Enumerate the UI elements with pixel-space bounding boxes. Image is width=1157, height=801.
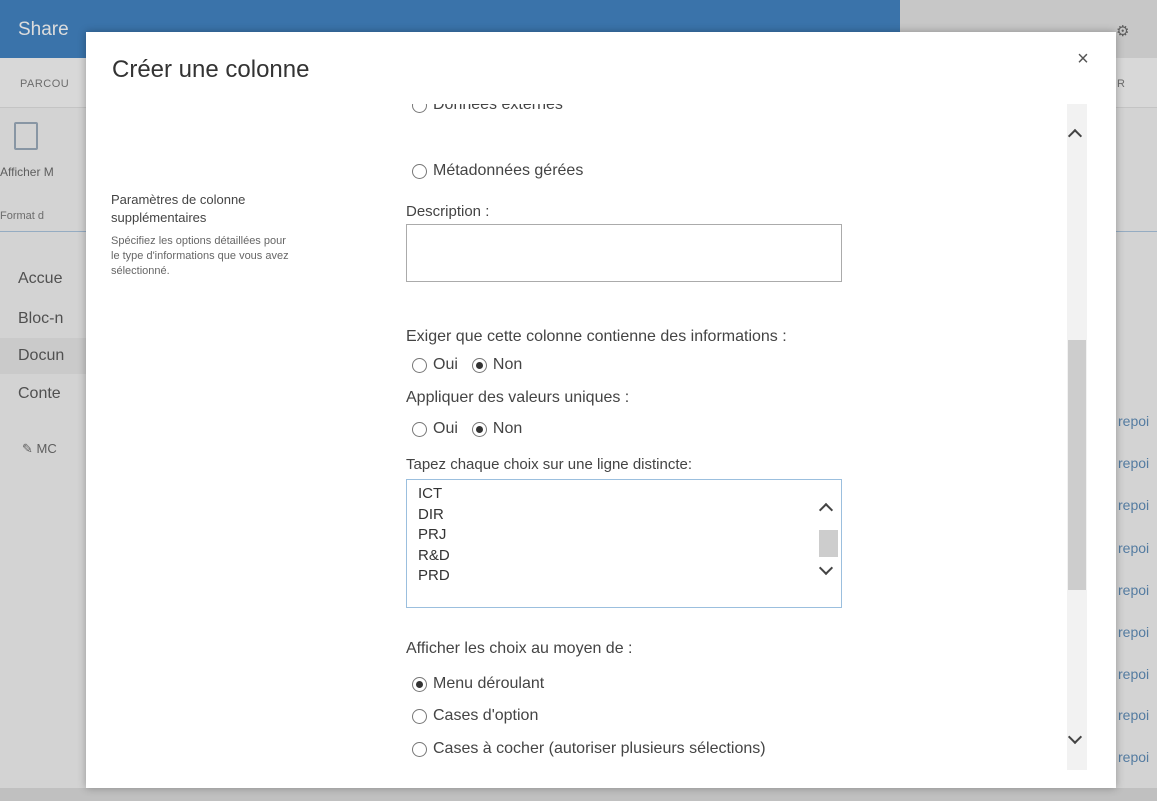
unique-label: Appliquer des valeurs uniques : xyxy=(406,389,630,406)
choice-item: ICT xyxy=(418,485,443,502)
radio-button[interactable] xyxy=(412,357,427,373)
dialog-content: Données externes Métadonnées gérées Para… xyxy=(86,104,1086,788)
choice-item: R&D xyxy=(418,546,450,564)
choices-textarea[interactable]: ICT DIR PRJ R&D PRD xyxy=(406,479,842,608)
radio-button[interactable] xyxy=(412,421,427,437)
choices-label: Tapez chaque choix sur une ligne distinc… xyxy=(406,456,693,473)
required-option-yes[interactable]: Oui xyxy=(412,356,458,374)
required-option-no[interactable]: Non xyxy=(471,356,523,374)
choice-item: PRD xyxy=(418,567,450,584)
choices-scrollbar[interactable] xyxy=(815,480,841,607)
radio-button-selected[interactable] xyxy=(412,676,427,692)
display-label: Afficher les choix au moyen de : xyxy=(406,640,633,657)
chevron-down-icon[interactable] xyxy=(818,560,834,576)
option-label: Métadonnées gérées xyxy=(433,162,584,179)
create-column-dialog: Créer une colonne × Données externes Mét… xyxy=(86,32,1116,788)
option-label: Non xyxy=(492,420,523,437)
choice-item: DIR xyxy=(418,505,444,523)
dialog-title: Créer une colonne xyxy=(112,56,310,83)
choices-list: ICT DIR PRJ R&D PRD xyxy=(418,484,450,587)
radio-button-selected[interactable] xyxy=(471,357,487,373)
required-options: Oui Non xyxy=(412,356,536,374)
section-description: Spécifiez les options détaillées pour le… xyxy=(111,235,289,277)
radio-button[interactable] xyxy=(412,741,427,757)
type-option-managed-metadata[interactable]: Métadonnées gérées xyxy=(412,162,583,180)
section-title: Paramètres de colonne supplémentaires xyxy=(111,192,246,225)
option-label: Oui xyxy=(433,356,458,373)
option-label: Cases à cocher (autoriser plusieurs séle… xyxy=(433,740,766,757)
description-label: Description : xyxy=(406,203,490,220)
dialog-scrollbar[interactable] xyxy=(1067,104,1087,770)
unique-option-no[interactable]: Non xyxy=(471,420,523,438)
radio-button[interactable] xyxy=(412,163,427,179)
chevron-down-icon[interactable] xyxy=(1067,729,1083,747)
option-label: Non xyxy=(492,356,523,373)
description-input[interactable] xyxy=(406,224,842,282)
chevron-up-icon[interactable] xyxy=(818,502,834,518)
type-option-external-data[interactable]: Données externes xyxy=(412,104,563,114)
option-label: Menu déroulant xyxy=(433,675,545,692)
radio-button[interactable] xyxy=(412,708,427,724)
display-option-dropdown[interactable]: Menu déroulant xyxy=(412,675,544,693)
unique-options: Oui Non xyxy=(412,420,536,438)
option-label: Oui xyxy=(433,420,458,437)
scrollbar-thumb[interactable] xyxy=(1068,340,1086,590)
radio-button-selected[interactable] xyxy=(471,421,487,437)
display-option-radio-buttons[interactable]: Cases d'option xyxy=(412,707,538,725)
unique-option-yes[interactable]: Oui xyxy=(412,420,458,438)
required-label: Exiger que cette colonne contienne des i… xyxy=(406,328,787,345)
choice-item: PRJ xyxy=(418,526,447,543)
option-label: Cases d'option xyxy=(433,707,539,724)
close-icon[interactable]: × xyxy=(1071,47,1095,71)
option-label: Données externes xyxy=(433,104,563,113)
scrollbar-thumb[interactable] xyxy=(819,530,838,557)
chevron-up-icon[interactable] xyxy=(1067,128,1083,146)
radio-button[interactable] xyxy=(412,104,427,113)
display-option-checkboxes[interactable]: Cases à cocher (autoriser plusieurs séle… xyxy=(412,740,766,758)
